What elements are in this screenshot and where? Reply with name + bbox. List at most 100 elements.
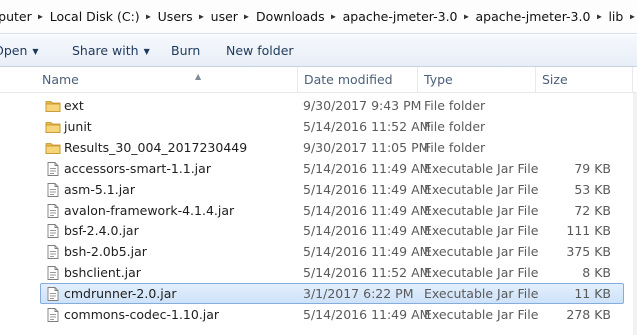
breadcrumb-users[interactable]: Users	[156, 9, 195, 24]
jar-file-icon	[45, 182, 61, 198]
open-button-label: Open	[0, 43, 28, 58]
column-size-label: Size	[542, 72, 568, 87]
file-size: 79 KB	[574, 160, 611, 176]
jar-file-icon	[45, 307, 61, 323]
new-folder-button[interactable]: New folder	[226, 43, 294, 58]
burn-label: Burn	[171, 43, 201, 58]
file-name: cmdrunner-2.0.jar	[64, 286, 177, 302]
file-row[interactable]: avalon-framework-4.1.4.jar 5/14/2016 11:4…	[40, 200, 624, 221]
chevron-right-icon[interactable]	[625, 12, 637, 22]
file-type: Executable Jar File	[424, 307, 539, 322]
breadcrumb-user[interactable]: user	[209, 9, 240, 24]
file-row[interactable]: Results_30_004_2017230449 9/30/2017 11:05…	[40, 137, 624, 158]
file-type: Executable Jar File	[424, 160, 539, 176]
file-name: bshclient.jar	[64, 265, 141, 281]
file-date-modified: 5/14/2016 11:49 AM	[303, 181, 431, 197]
file-type: Executable Jar File	[424, 244, 539, 260]
file-name: ext	[64, 98, 84, 113]
file-name: accessors-smart-1.1.jar	[64, 160, 211, 176]
column-header-row: Name ▲ Date modified Type Size	[0, 67, 637, 93]
chevron-right-icon[interactable]	[142, 12, 156, 22]
breadcrumb-apache-jmeter-outer[interactable]: apache-jmeter-3.0	[341, 9, 460, 24]
file-date-modified: 9/30/2017 9:43 PM	[303, 98, 422, 113]
column-name-label: Name	[42, 72, 79, 87]
folder-icon	[45, 119, 61, 135]
chevron-down-icon: ▼	[32, 47, 39, 56]
file-row[interactable]: asm-5.1.jar 5/14/2016 11:49 AM Executable …	[40, 179, 624, 200]
file-row[interactable]: bsh-2.0b5.jar 5/14/2016 11:49 AM Executabl…	[40, 241, 624, 262]
new-folder-label: New folder	[226, 43, 294, 58]
chevron-right-icon[interactable]	[592, 12, 606, 22]
jar-file-icon	[45, 265, 61, 281]
file-type: File folder	[424, 118, 486, 134]
file-name: bsf-2.4.0.jar	[64, 223, 139, 239]
file-size: 72 KB	[574, 202, 611, 218]
jar-file-icon	[45, 161, 61, 177]
file-date-modified: 5/14/2016 11:49 AM	[303, 244, 431, 260]
file-type: Executable Jar File	[424, 202, 539, 218]
breadcrumb: mputer Local Disk (C:) Users user Downlo…	[0, 9, 637, 24]
chevron-down-icon: ▼	[143, 47, 150, 56]
address-bar[interactable]: mputer Local Disk (C:) Users user Downlo…	[0, 0, 637, 34]
column-header-size[interactable]: Size	[536, 67, 633, 93]
chevron-right-icon[interactable]	[327, 12, 341, 22]
file-row[interactable]: commons-codec-1.10.jar 5/14/2016 11:49 AM…	[40, 304, 624, 325]
share-with-button[interactable]: Share with ▼	[72, 43, 150, 58]
column-type-label: Type	[424, 72, 453, 87]
file-row[interactable]: junit 5/14/2016 11:52 AM File folder	[40, 116, 624, 137]
chevron-right-icon[interactable]	[34, 12, 48, 22]
file-date-modified: 9/30/2017 11:05 PM	[303, 139, 430, 155]
burn-button[interactable]: Burn	[171, 43, 200, 58]
file-type: Executable Jar File	[424, 181, 539, 197]
breadcrumb-computer[interactable]: mputer	[0, 9, 34, 24]
breadcrumb-lib[interactable]: lib	[606, 9, 625, 24]
file-date-modified: 5/14/2016 11:52 AM	[303, 265, 431, 281]
file-name: Results_30_004_2017230449	[64, 139, 248, 155]
column-header-type[interactable]: Type	[418, 67, 536, 93]
file-row[interactable]: ext 9/30/2017 9:43 PM File folder	[40, 95, 624, 116]
file-type: Executable Jar File	[424, 265, 539, 281]
file-row[interactable]: cmdrunner-2.0.jar 3/1/2017 6:22 PM Executa…	[40, 283, 624, 305]
jar-file-icon	[45, 244, 61, 260]
file-date-modified: 5/14/2016 11:49 AM	[303, 223, 431, 239]
folder-icon	[45, 140, 61, 156]
file-name: commons-codec-1.10.jar	[64, 307, 220, 322]
file-type: Executable Jar File	[424, 286, 539, 302]
file-date-modified: 3/1/2017 6:22 PM	[303, 286, 414, 302]
chevron-right-icon[interactable]	[240, 12, 254, 22]
column-date-label: Date modified	[304, 72, 393, 87]
file-name: asm-5.1.jar	[64, 181, 135, 197]
file-size: 278 KB	[566, 307, 611, 322]
file-date-modified: 5/14/2016 11:49 AM	[303, 307, 431, 322]
file-date-modified: 5/14/2016 11:49 AM	[303, 160, 431, 176]
open-button[interactable]: Open ▼	[0, 43, 39, 58]
scrollbar[interactable]	[633, 93, 637, 335]
chevron-right-icon[interactable]	[460, 12, 474, 22]
jar-file-icon	[45, 203, 61, 219]
file-size: 8 KB	[582, 265, 611, 281]
file-type: File folder	[424, 139, 486, 155]
file-row[interactable]: bshclient.jar 5/14/2016 11:52 AM Executabl…	[40, 262, 624, 283]
column-header-name[interactable]: Name ▲	[36, 67, 298, 93]
jar-file-icon	[45, 286, 61, 302]
file-type: Executable Jar File	[424, 223, 539, 239]
file-name: avalon-framework-4.1.4.jar	[64, 202, 235, 218]
file-size: 53 KB	[574, 181, 611, 197]
command-bar: Open ▼ Share with ▼ Burn New folder	[0, 35, 637, 67]
file-name: bsh-2.0b5.jar	[64, 244, 147, 260]
file-name: junit	[64, 118, 92, 134]
breadcrumb-downloads[interactable]: Downloads	[254, 9, 327, 24]
breadcrumb-apache-jmeter-inner[interactable]: apache-jmeter-3.0	[474, 9, 593, 24]
share-with-label: Share with	[72, 43, 139, 58]
column-header-date[interactable]: Date modified	[298, 67, 418, 93]
file-row[interactable]: accessors-smart-1.1.jar 5/14/2016 11:49 A…	[40, 158, 624, 179]
file-size: 375 KB	[566, 244, 611, 260]
file-size: 11 KB	[574, 286, 611, 302]
file-row[interactable]: bsf-2.4.0.jar 5/14/2016 11:49 AM Executabl…	[40, 220, 624, 241]
breadcrumb-local-disk[interactable]: Local Disk (C:)	[48, 9, 142, 24]
file-type: File folder	[424, 98, 486, 113]
folder-icon	[45, 98, 61, 114]
jar-file-icon	[45, 223, 61, 239]
chevron-right-icon[interactable]	[195, 12, 209, 22]
sort-ascending-icon: ▲	[195, 72, 202, 81]
